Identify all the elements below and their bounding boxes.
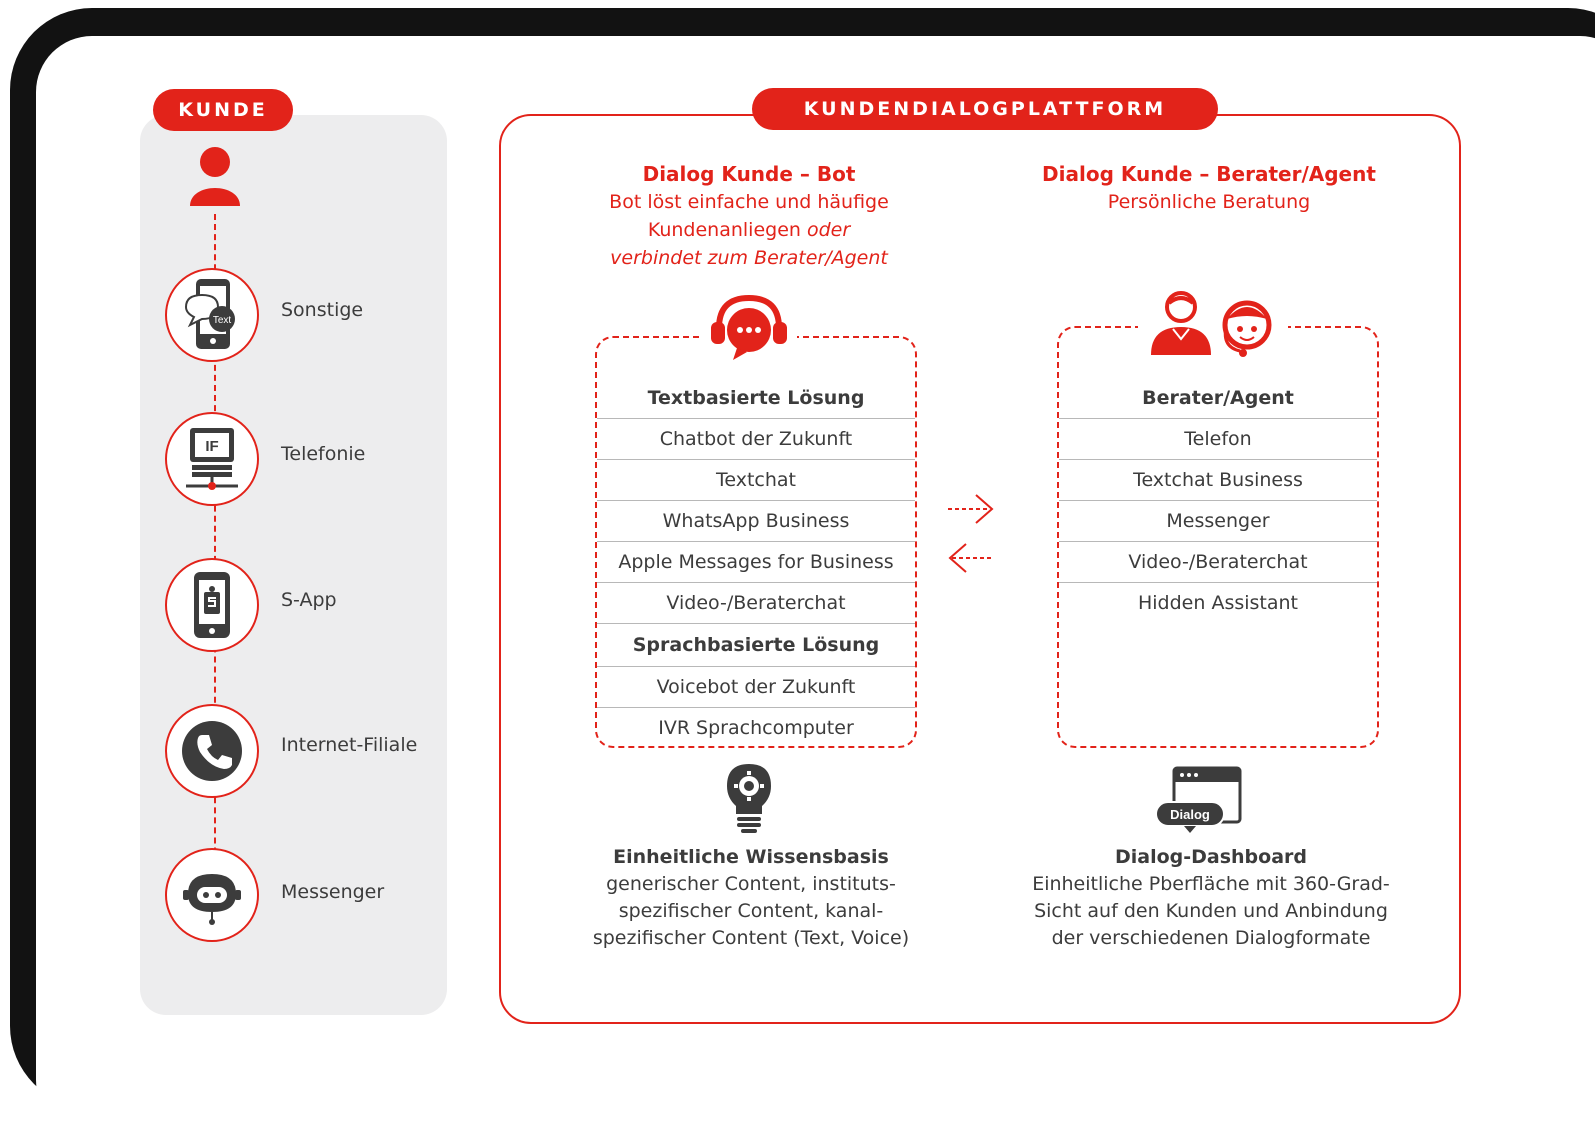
dashboard-text: Dialog-Dashboard Einheitliche Pberfläche…	[1011, 844, 1411, 952]
dashboard-title: Dialog-Dashboard	[1114, 846, 1308, 868]
dashboard-badge-text: Dialog	[1170, 807, 1210, 822]
list-item: Apple Messages for Business	[597, 542, 915, 583]
list-item-header: Textbasierte Lösung	[597, 378, 915, 419]
list-item-header: Sprachbasierte Lösung	[597, 624, 915, 667]
bot-subtitle-3: verbindet zum Berater/Agent	[610, 247, 888, 269]
bot-subtitle-2-italic: oder	[806, 219, 851, 241]
arrow-right-icon	[946, 491, 996, 531]
bot-heading: Dialog Kunde – Bot Bot löst einfache und…	[574, 160, 924, 272]
agent-heading: Dialog Kunde – Berater/Agent Persönliche…	[1019, 160, 1399, 216]
bot-solutions-list: Textbasierte Lösung Chatbot der Zukunft …	[597, 378, 915, 748]
bot-headset-icon	[701, 288, 797, 368]
knowledge-base-title: Einheitliche Wissensbasis	[613, 846, 889, 868]
list-item-header: Berater/Agent	[1059, 378, 1377, 419]
knowledge-base-line: generischer Content, instituts-	[606, 873, 896, 895]
telephone-icon	[182, 721, 242, 781]
bot-subtitle-1: Bot löst einfache und häufige	[609, 191, 889, 213]
channel-sonstige[interactable]: Text	[165, 268, 259, 362]
channel-s-app[interactable]	[165, 558, 259, 652]
list-item: Video-/Beraterchat	[597, 583, 915, 624]
list-item: Telefon	[1059, 419, 1377, 460]
channel-label-s-app: S-App	[281, 589, 337, 611]
list-item: Video-/Beraterchat	[1059, 542, 1377, 583]
kunde-title: KUNDE	[153, 89, 293, 131]
channel-telefonie[interactable]: IF	[165, 412, 259, 506]
sparkasse-app-icon	[194, 572, 230, 638]
robot-icon	[183, 874, 241, 925]
channel-label-sonstige: Sonstige	[281, 299, 364, 321]
person-icon	[188, 144, 242, 212]
channel-label-telefonie: Telefonie	[281, 443, 366, 465]
agent-subtitle: Persönliche Beratung	[1107, 191, 1311, 213]
agent-title: Dialog Kunde – Berater/Agent	[1042, 162, 1376, 186]
list-item: Messenger	[1059, 501, 1377, 542]
tablet-screen: KUNDE Text Sonstige IF Telefonie S-App I…	[36, 36, 1595, 1136]
dashboard-window-icon: Dialog	[1154, 766, 1244, 838]
platform-title: KUNDENDIALOGPLATTFORM	[752, 88, 1218, 130]
agents-icon	[1138, 286, 1288, 366]
list-item: Textchat Business	[1059, 460, 1377, 501]
list-item: Chatbot der Zukunft	[597, 419, 915, 460]
dashboard-line: der verschiedenen Dialogformate	[1051, 927, 1371, 949]
list-item: WhatsApp Business	[597, 501, 915, 542]
knowledge-base-line: spezifischer Content, kanal-	[618, 900, 884, 922]
bot-subtitle-2: Kundenanliegen oder	[574, 216, 924, 244]
agent-solutions-list: Berater/Agent Telefon Textchat Business …	[1059, 378, 1377, 623]
bot-subtitle-2-text: Kundenanliegen	[647, 219, 801, 241]
list-item: Voicebot der Zukunft	[597, 667, 915, 708]
dashboard-line: Einheitliche Pberfläche mit 360-Grad-	[1032, 873, 1390, 895]
list-item: IVR Sprachcomputer	[658, 717, 854, 739]
phone-chat-icon: Text	[184, 279, 235, 349]
knowledge-base-text: Einheitliche Wissensbasis generischer Co…	[576, 844, 926, 952]
lightbulb-gear-icon	[724, 762, 774, 840]
channel-internet-filiale[interactable]	[165, 704, 259, 798]
list-item: Textchat	[597, 460, 915, 501]
screen-label: IF	[205, 438, 218, 455]
chat-bubble-text: Text	[213, 315, 232, 326]
channel-label-messenger: Messenger	[281, 881, 385, 903]
dashboard-line: Sicht auf den Kunden und Anbindung	[1034, 900, 1388, 922]
bot-title: Dialog Kunde – Bot	[642, 162, 856, 186]
arrow-left-icon	[946, 540, 996, 580]
list-item: Hidden Assistant	[1137, 592, 1298, 614]
knowledge-base-line: spezifischer Content (Text, Voice)	[592, 927, 910, 949]
computer-network-icon: IF	[186, 428, 238, 490]
channel-label-internet-filiale: Internet-Filiale	[281, 734, 418, 756]
channel-messenger[interactable]	[165, 848, 259, 942]
